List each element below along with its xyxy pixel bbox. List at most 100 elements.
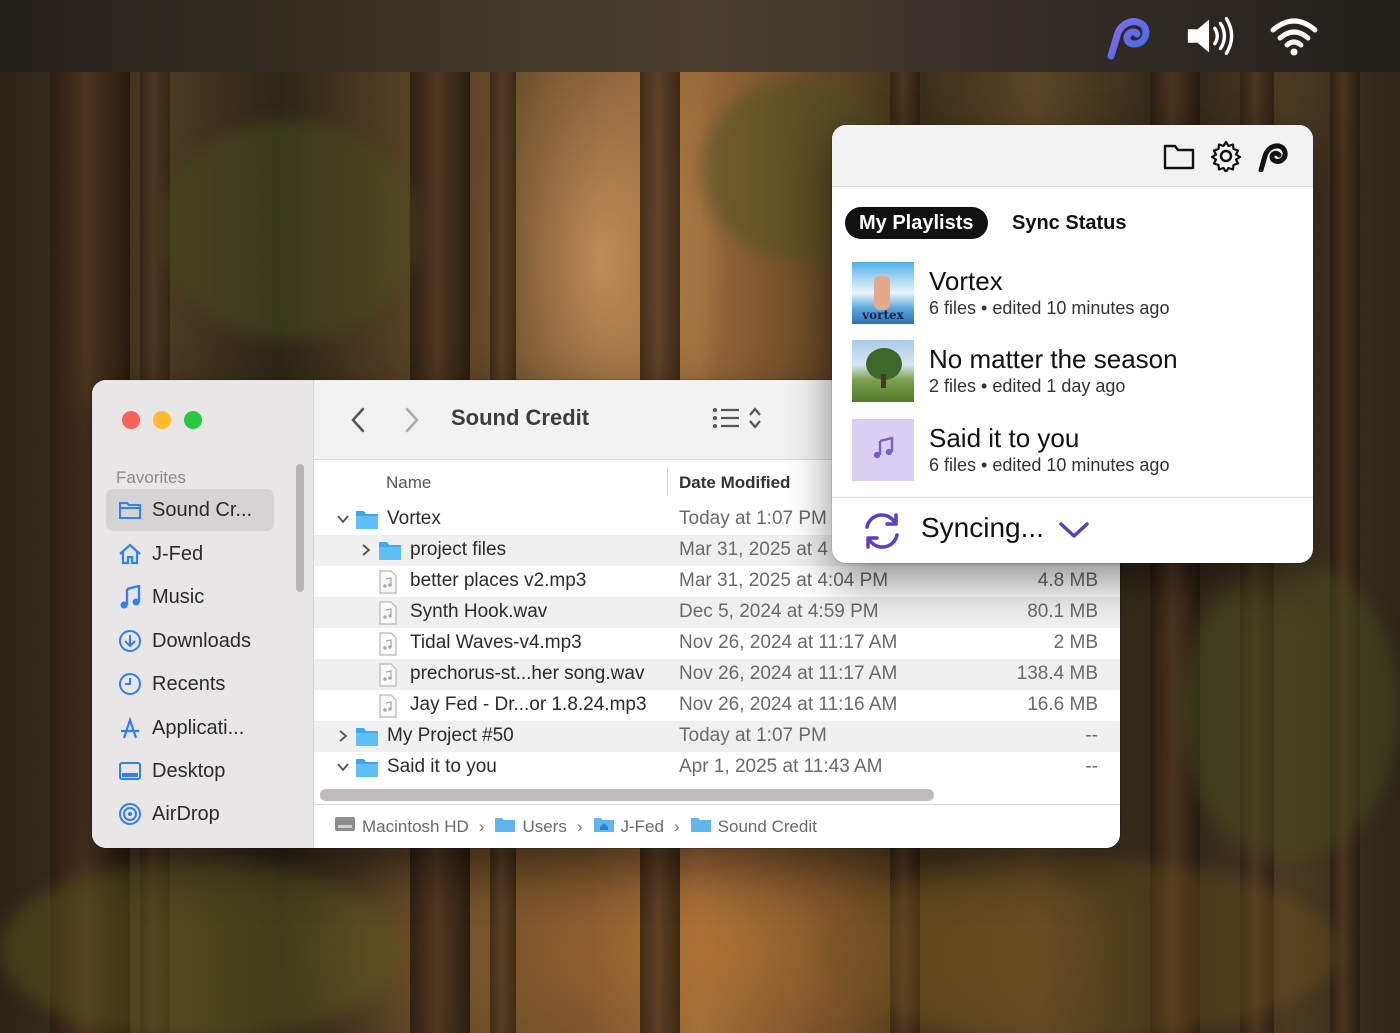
close-window-button[interactable] [122,411,140,429]
file-date: Dec 5, 2024 at 4:59 PM [679,601,879,622]
path-label: Users [522,816,567,836]
window-title: Sound Credit [451,405,590,430]
folder-icon[interactable] [1162,139,1196,173]
table-row[interactable]: Tidal Waves-v4.mp3 Nov 26, 2024 at 11:17 … [314,628,1120,659]
sidebar-scrollbar[interactable] [296,464,304,592]
sidebar-item-label: Desktop [152,759,226,782]
zoom-window-button[interactable] [184,411,202,429]
path-item-sound-credit[interactable]: Sound Credit [690,815,817,838]
disclosure-closed-icon[interactable] [336,728,350,744]
forward-button[interactable] [396,404,428,436]
download-icon [118,629,142,653]
file-date: Nov 26, 2024 at 11:17 AM [679,632,898,653]
file-date: Today at 1:07 PM [679,508,827,529]
path-bar: Macintosh HD › Users › J-Fed › Sound Cre… [314,804,1120,848]
file-size: 16.6 MB [1027,694,1098,715]
home-folder-icon [593,815,615,838]
playlist-item-vortex[interactable]: vortex Vortex 6 files • edited 10 minute… [852,262,1292,326]
chevron-down-icon[interactable] [1058,520,1090,545]
file-name: Vortex [387,508,441,529]
playlist-artwork [852,419,914,481]
table-row[interactable]: Jay Fed - Dr...or 1.8.24.mp3 Nov 26, 2024… [314,690,1120,721]
minimize-window-button[interactable] [153,411,171,429]
audio-file-icon [378,601,400,625]
table-row[interactable]: Synth Hook.wav Dec 5, 2024 at 4:59 PM 80.1… [314,597,1120,628]
disclosure-closed-icon[interactable] [359,542,373,558]
folder-icon [494,815,516,838]
sidebar-item-label: Downloads [152,629,251,652]
file-name: Tidal Waves-v4.mp3 [410,632,582,653]
sync-status-text: Syncing... [921,512,1044,543]
file-date: Mar 31, 2025 at 4:04 PM [679,570,889,591]
path-item-users[interactable]: Users [494,815,567,838]
file-size: 4.8 MB [1037,570,1098,591]
table-row[interactable]: My Project #50 Today at 1:07 PM -- [314,721,1120,752]
sidebar-item-j-fed[interactable]: J-Fed [106,533,274,575]
sidebar-item-sound-credit[interactable]: Sound Cr... [106,489,274,531]
playlist-item-said-it-to-you[interactable]: Said it to you 6 files • edited 10 minut… [852,419,1292,483]
file-name: Said it to you [387,756,497,777]
folder-icon [355,508,378,530]
column-header-date[interactable]: Date Modified [679,462,790,504]
table-row[interactable]: better places v2.mp3 Mar 31, 2025 at 4:04… [314,566,1120,597]
app-logo-icon[interactable] [1103,12,1155,60]
tab-my-playlists[interactable]: My Playlists [845,207,988,239]
gear-icon[interactable] [1209,139,1243,173]
tab-sync-status[interactable]: Sync Status [998,207,1140,239]
path-separator: › [478,816,485,836]
playlist-title: No matter the season [929,344,1178,374]
list-view-icon [712,407,740,434]
file-date: Today at 1:07 PM [679,725,827,746]
playlist-title: Vortex [929,266,1003,296]
path-label: J-Fed [620,816,664,836]
file-name: My Project #50 [387,725,514,746]
volume-icon[interactable] [1184,12,1236,60]
sidebar-item-label: Sound Cr... [152,498,253,521]
applications-icon [118,716,142,740]
file-size: 2 MB [1053,632,1098,653]
back-button[interactable] [342,404,374,436]
file-date: Nov 26, 2024 at 11:17 AM [679,663,898,684]
sidebar-item-music[interactable]: Music [106,576,274,618]
folder-icon [355,725,378,747]
sync-popover: My Playlists Sync Status vortex Vortex 6… [832,125,1313,563]
menu-bar [0,0,1400,72]
disclosure-open-icon[interactable] [336,511,350,527]
column-divider[interactable] [667,468,668,496]
file-name: Synth Hook.wav [410,601,548,622]
sidebar-item-label: Recents [152,672,226,695]
path-item-j-fed[interactable]: J-Fed [593,815,664,838]
disclosure-open-icon[interactable] [336,759,350,775]
sidebar-item-applications[interactable]: Applicati... [106,707,274,749]
artwork-text: vortex [862,308,904,322]
app-logo-icon[interactable] [1256,139,1290,173]
file-name: Jay Fed - Dr...or 1.8.24.mp3 [410,694,647,715]
sidebar-item-desktop[interactable]: Desktop [106,750,274,792]
playlist-item-no-matter-the-season[interactable]: No matter the season 2 files • edited 1 … [852,340,1292,404]
file-name: better places v2.mp3 [410,570,587,591]
sidebar-item-label: Applicati... [152,716,245,739]
wifi-icon[interactable] [1268,12,1320,60]
view-options-button[interactable] [712,404,776,436]
chevron-updown-icon [748,406,762,435]
column-header-name[interactable]: Name [386,462,431,504]
music-note-icon [871,435,895,465]
table-row[interactable]: Said it to you Apr 1, 2025 at 11:43 AM -- [314,752,1120,783]
file-name: prechorus-st...her song.wav [410,663,645,684]
hard-drive-icon [334,815,356,838]
home-icon [118,542,142,566]
sidebar-item-recents[interactable]: Recents [106,663,274,705]
table-row[interactable]: prechorus-st...her song.wav Nov 26, 2024 … [314,659,1120,690]
sidebar-item-downloads[interactable]: Downloads [106,620,274,662]
popover-header [832,125,1313,187]
path-item-macintosh-hd[interactable]: Macintosh HD [334,815,469,838]
sync-status-bar[interactable]: Syncing... [832,497,1313,563]
favorites-header: Favorites [116,468,186,487]
playlist-meta: 6 files • edited 10 minutes ago [929,298,1170,318]
playlist-meta: 2 files • edited 1 day ago [929,376,1126,396]
sidebar-item-airdrop[interactable]: AirDrop [106,793,274,835]
path-separator: › [673,816,680,836]
horizontal-scrollbar[interactable] [320,789,934,801]
file-date: Nov 26, 2024 at 11:16 AM [679,694,898,715]
folder-icon [118,498,142,522]
